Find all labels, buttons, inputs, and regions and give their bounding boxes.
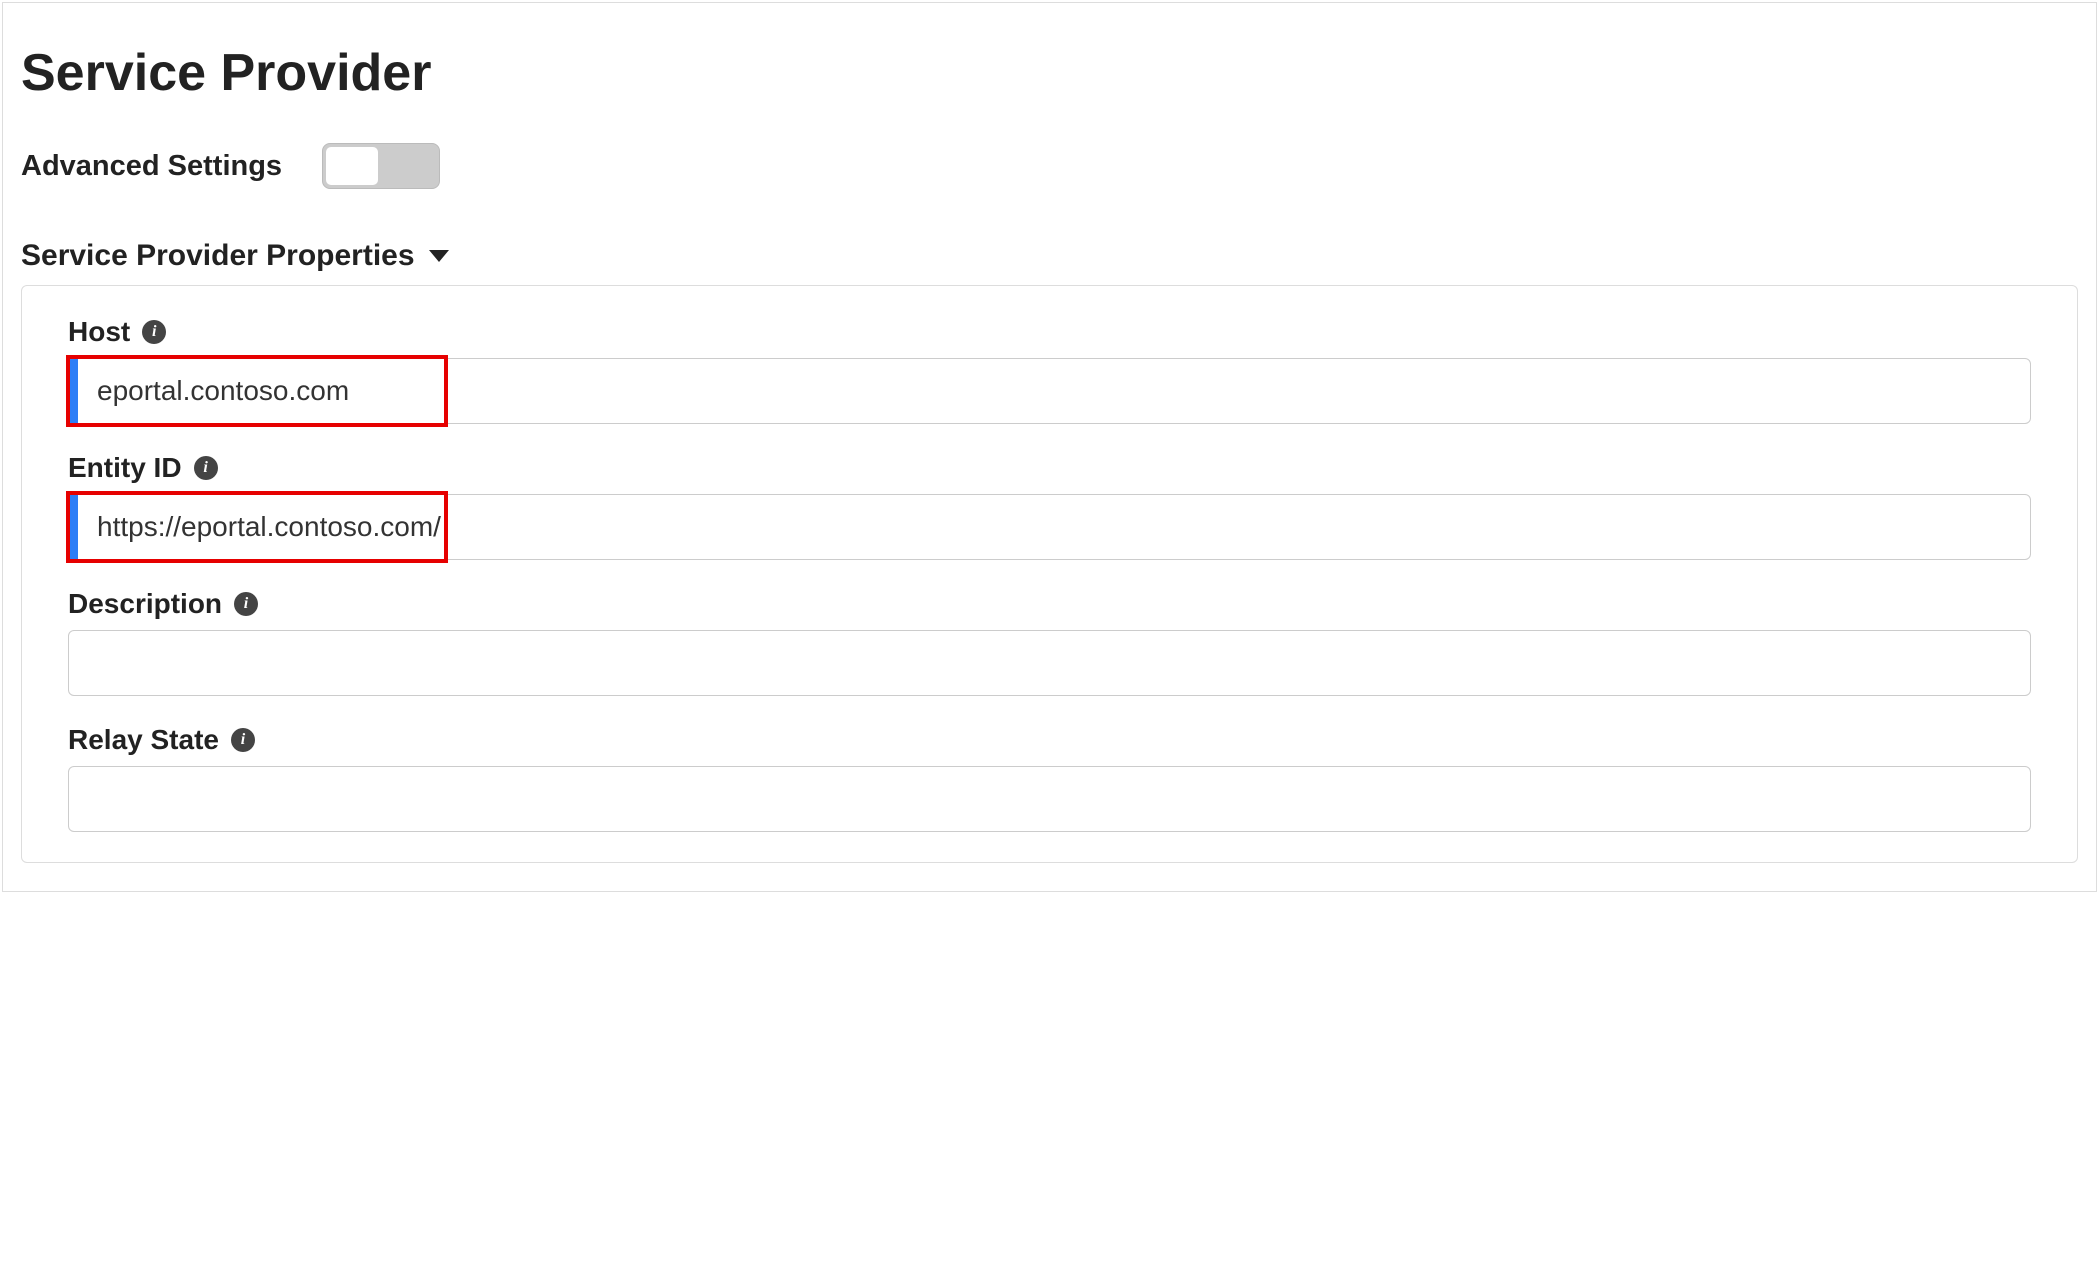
entity-id-input-wrap [68, 494, 2031, 560]
description-label-row: Description i [68, 588, 2031, 620]
service-provider-container: Service Provider Advanced Settings Servi… [2, 2, 2097, 892]
host-label: Host [68, 316, 130, 348]
relay-state-label: Relay State [68, 724, 219, 756]
host-label-row: Host i [68, 316, 2031, 348]
properties-panel: Host i Entity ID i Description [21, 285, 2078, 863]
advanced-settings-toggle[interactable] [322, 143, 440, 189]
section-title: Service Provider Properties [21, 239, 415, 273]
page-title: Service Provider [21, 43, 2078, 103]
entity-id-label-row: Entity ID i [68, 452, 2031, 484]
toggle-knob [325, 146, 379, 186]
relay-state-input[interactable] [68, 766, 2031, 832]
description-input[interactable] [68, 630, 2031, 696]
host-input-wrap [68, 358, 2031, 424]
entity-id-label: Entity ID [68, 452, 182, 484]
info-icon[interactable]: i [142, 320, 166, 344]
entity-id-input[interactable] [68, 494, 2031, 560]
advanced-settings-row: Advanced Settings [21, 143, 2078, 189]
chevron-down-icon [429, 250, 449, 262]
relay-state-field-group: Relay State i [68, 724, 2031, 832]
description-label: Description [68, 588, 222, 620]
entity-id-field-group: Entity ID i [68, 452, 2031, 560]
advanced-settings-label: Advanced Settings [21, 150, 282, 183]
description-field-group: Description i [68, 588, 2031, 696]
host-field-group: Host i [68, 316, 2031, 424]
info-icon[interactable]: i [231, 728, 255, 752]
relay-state-label-row: Relay State i [68, 724, 2031, 756]
host-input[interactable] [68, 358, 2031, 424]
info-icon[interactable]: i [234, 592, 258, 616]
service-provider-properties-header[interactable]: Service Provider Properties [21, 239, 2078, 273]
info-icon[interactable]: i [194, 456, 218, 480]
